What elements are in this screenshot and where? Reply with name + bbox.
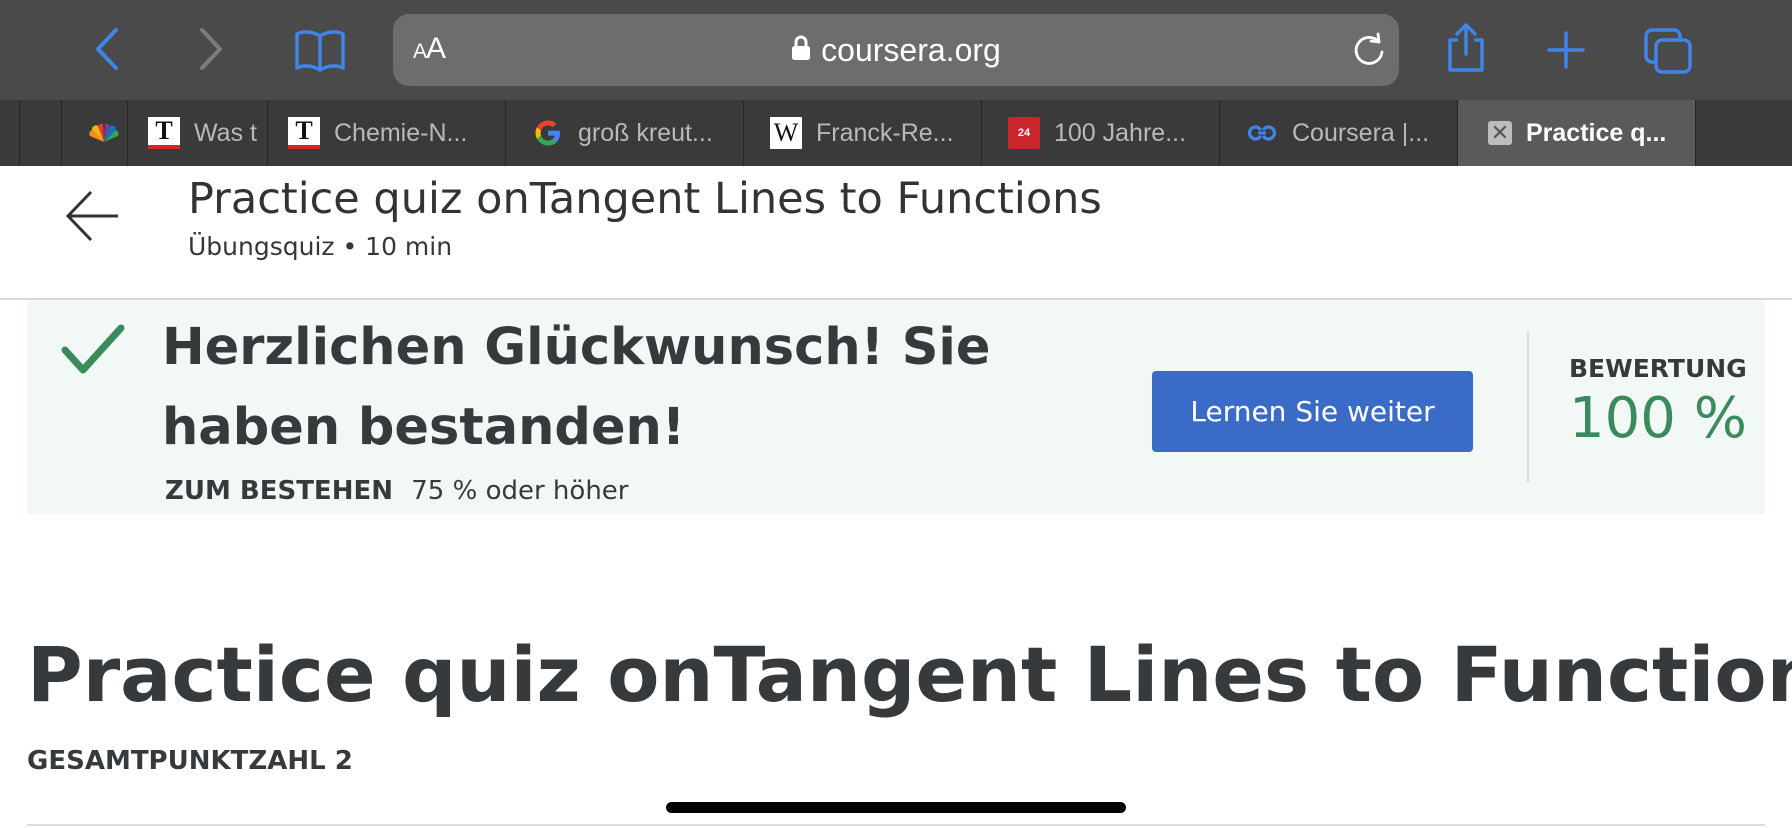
pass-threshold-label: ZUM BESTEHEN: [165, 476, 393, 506]
share-icon[interactable]: [1444, 22, 1488, 74]
coursera-icon: [1246, 117, 1278, 149]
google-icon: [532, 117, 564, 149]
tab-label: 100 Jahre...: [1054, 118, 1187, 147]
new-tab-plus-icon[interactable]: [1546, 30, 1586, 70]
tab-label: groß kreut...: [578, 118, 713, 147]
tab-chemie[interactable]: T Chemie-N...: [268, 100, 506, 166]
tab-label: Chemie-N...: [334, 118, 468, 147]
tab-wikipedia[interactable]: W Franck-Re...: [744, 100, 982, 166]
divider: [27, 824, 1765, 826]
t-online-icon: T: [288, 116, 320, 149]
continue-learning-button[interactable]: Lernen Sie weiter: [1152, 371, 1473, 452]
tab-google[interactable]: groß kreut...: [506, 100, 744, 166]
total-points: GESAMTPUNKTZAHL 2: [27, 746, 353, 776]
back-arrow-icon[interactable]: [64, 190, 120, 247]
tab-label: Was t: [194, 118, 257, 147]
grade-label: BEWERTUNG: [1569, 354, 1747, 383]
tab-was[interactable]: T Was t: [128, 100, 268, 166]
wikipedia-icon: W: [770, 117, 802, 149]
tab-label: Franck-Re...: [816, 118, 954, 147]
news-24-icon: 24: [1008, 117, 1040, 149]
url-text: coursera.org: [821, 31, 1001, 68]
tab-100-jahre[interactable]: 24 100 Jahre...: [982, 100, 1220, 166]
quiz-title: Practice quiz onTangent Lines to Functio…: [27, 630, 1792, 719]
back-chevron-icon[interactable]: [88, 26, 128, 72]
page-header: Practice quiz onTangent Lines to Functio…: [0, 166, 1792, 300]
pass-message: Herzlichen Glückwunsch! Sie haben bestan…: [162, 318, 991, 457]
lock-icon: [791, 35, 811, 66]
bookmarks-icon[interactable]: [294, 28, 346, 72]
checkmark-icon: [61, 324, 125, 381]
page-subtitle: Übungsquiz • 10 min: [188, 232, 453, 261]
tab-edge: [0, 100, 20, 166]
reload-icon[interactable]: [1351, 32, 1387, 73]
address-bar[interactable]: AA coursera.org: [393, 14, 1399, 86]
browser-toolbar: AA coursera.org: [0, 0, 1792, 100]
page-title: Practice quiz onTangent Lines to Functio…: [188, 174, 1102, 224]
result-banner: Herzlichen Glückwunsch! Sie haben bestan…: [27, 300, 1765, 514]
pass-threshold-value: 75 % oder höher: [411, 476, 629, 506]
grade-value: 100 %: [1569, 386, 1747, 451]
tab-practice-quiz[interactable]: ✕ Practice q...: [1458, 100, 1696, 166]
tab-label: Coursera |...: [1292, 118, 1430, 147]
nbc-peacock-icon: [88, 117, 120, 149]
tab-nbc[interactable]: [62, 100, 128, 166]
tab-blank[interactable]: [20, 100, 62, 166]
forward-chevron-icon[interactable]: [190, 26, 230, 72]
tab-overview-icon[interactable]: [1644, 28, 1692, 74]
tab-strip: T Was t T Chemie-N... groß kreut... W Fr…: [0, 100, 1792, 166]
home-indicator[interactable]: [666, 802, 1126, 813]
close-tab-icon[interactable]: ✕: [1488, 120, 1512, 145]
tab-coursera[interactable]: Coursera |...: [1220, 100, 1458, 166]
divider: [1527, 332, 1529, 482]
url-display: coursera.org: [393, 14, 1399, 86]
tab-label: Practice q...: [1526, 118, 1667, 147]
t-online-icon: T: [148, 116, 180, 149]
pass-threshold: ZUM BESTEHEN 75 % oder höher: [165, 476, 628, 506]
